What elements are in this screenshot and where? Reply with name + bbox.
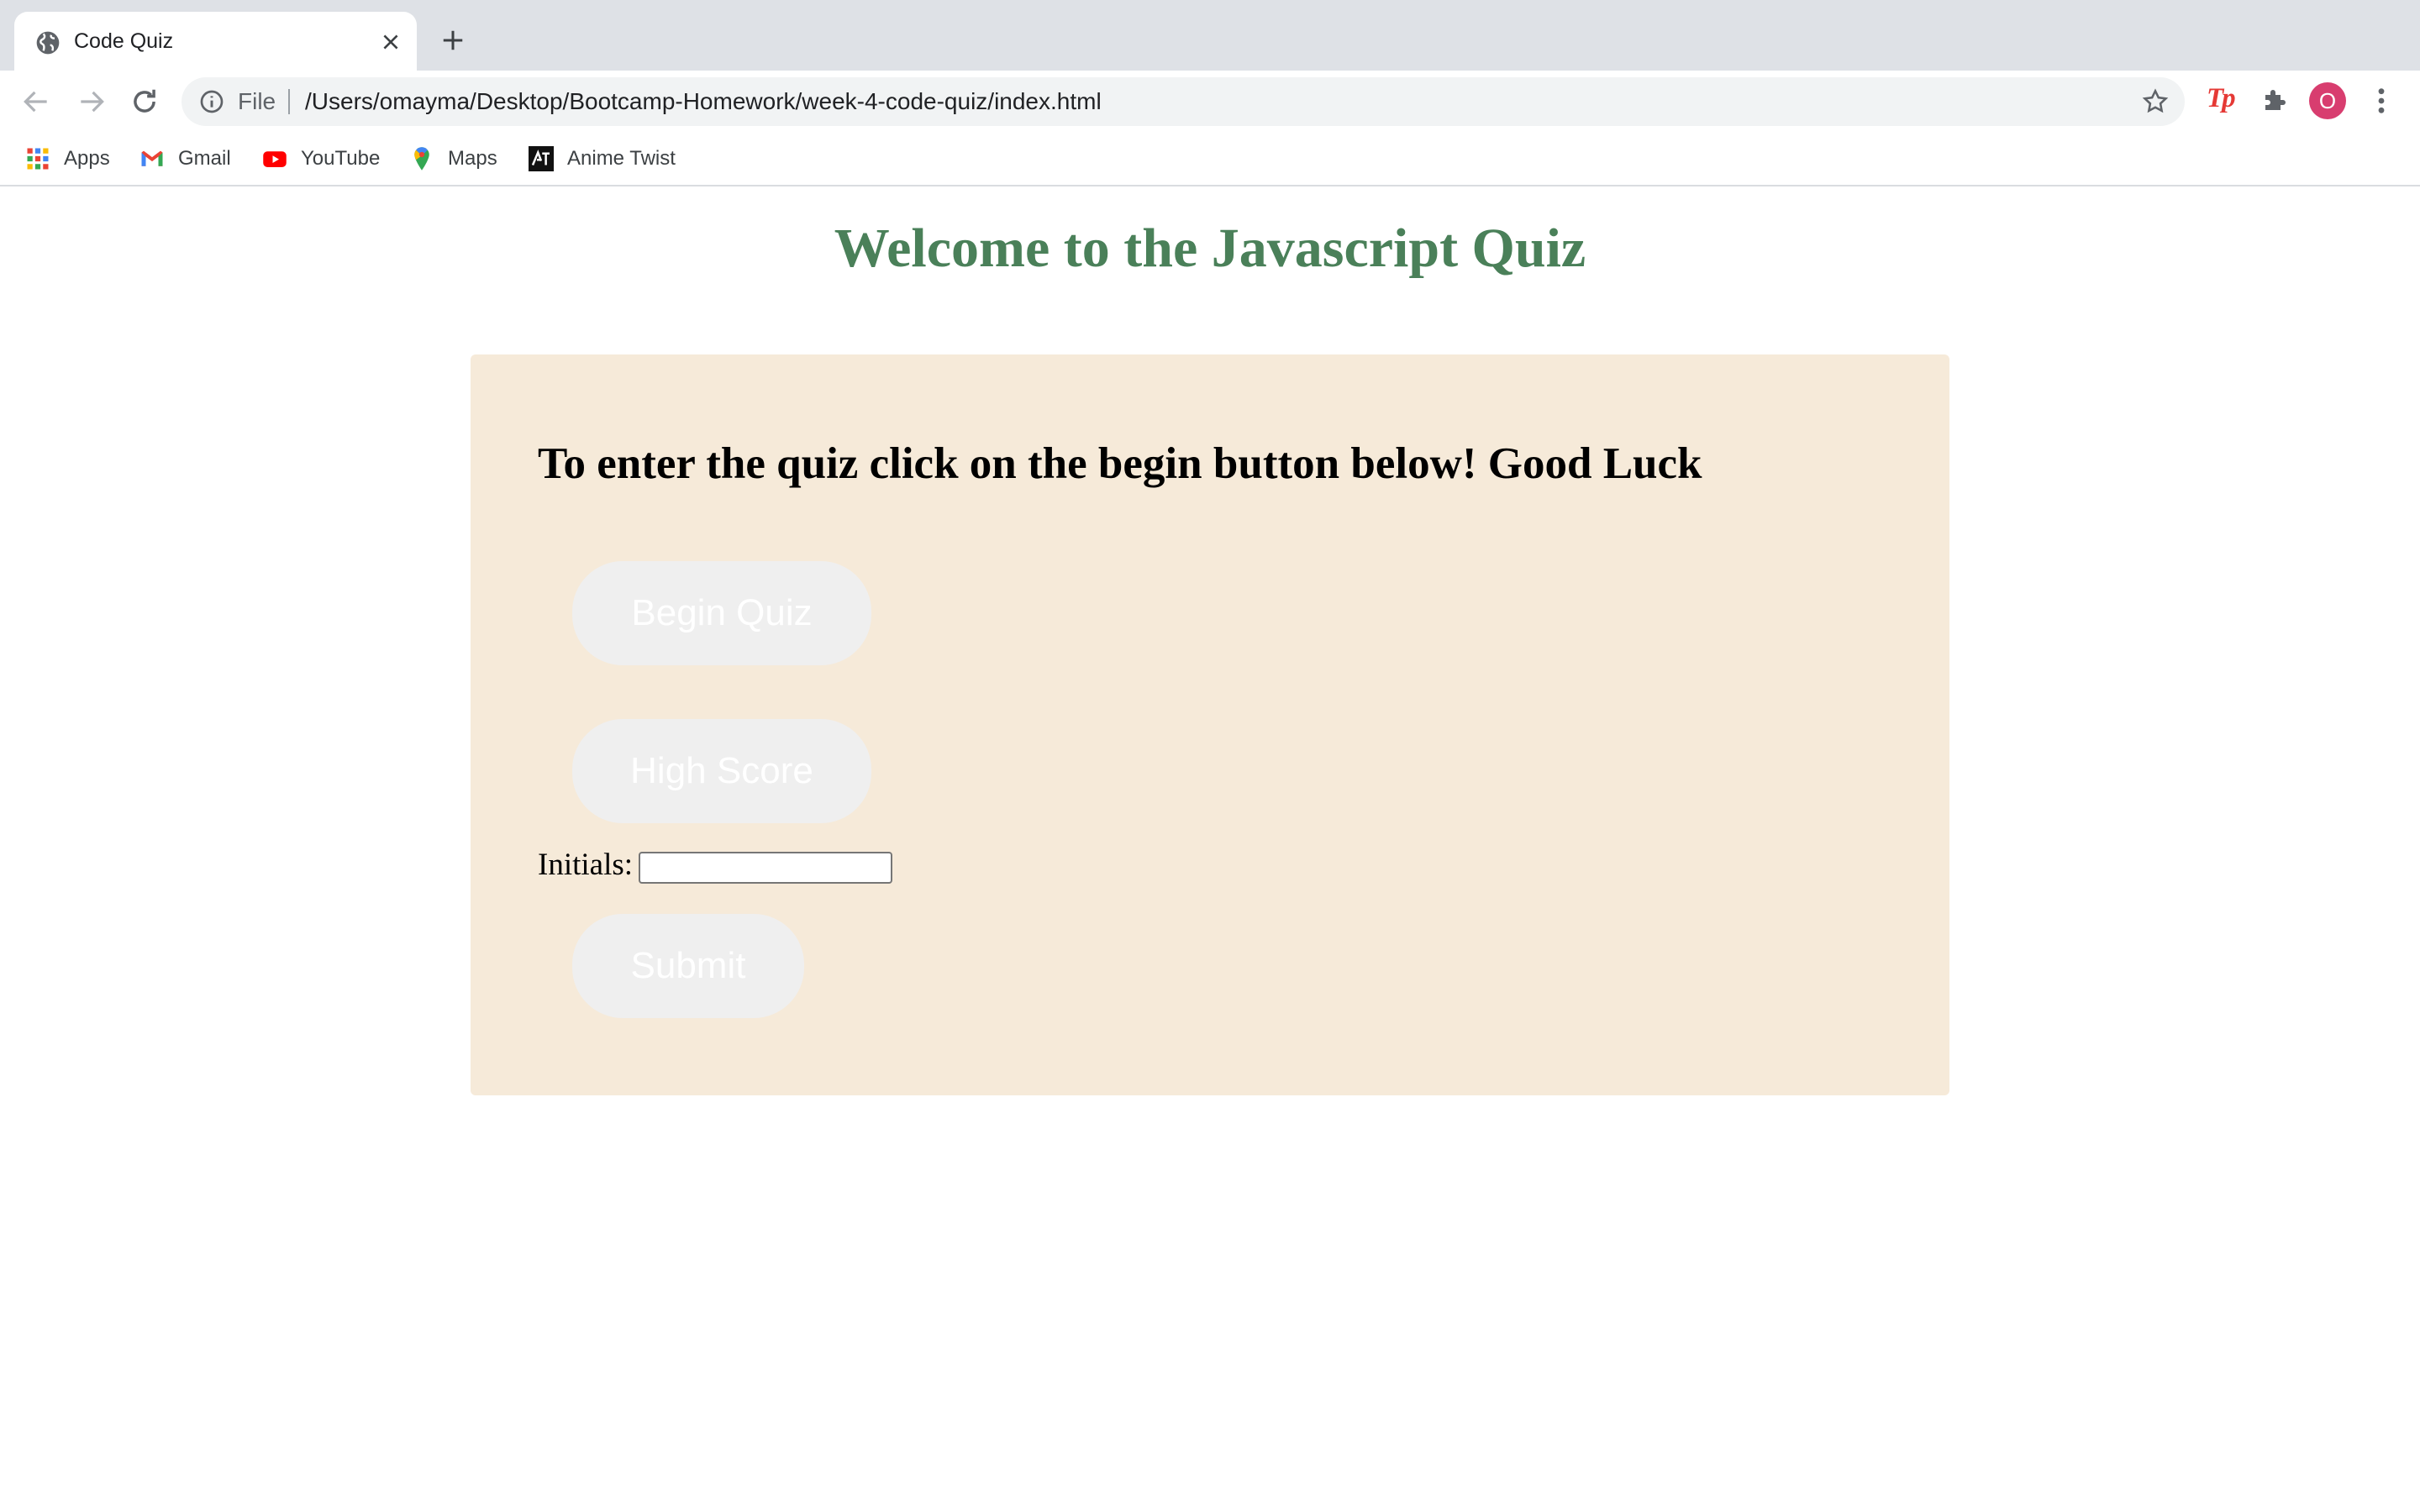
back-arrow-icon[interactable] — [20, 86, 52, 118]
high-score-button[interactable]: High Score — [572, 719, 871, 823]
maps-icon — [414, 147, 429, 171]
quiz-instructions: To enter the quiz click on the begin but… — [538, 439, 1702, 488]
begin-quiz-button[interactable]: Begin Quiz — [572, 561, 871, 665]
address-url[interactable]: /Users/omayma/Desktop/Bootcamp-Homework/… — [305, 77, 1102, 126]
initials-label: Initials: — [538, 848, 634, 882]
profile-avatar[interactable]: O — [2309, 82, 2346, 119]
bookmark-label: YouTube — [301, 147, 381, 170]
gmail-icon — [141, 150, 163, 166]
quiz-card: To enter the quiz click on the begin but… — [471, 354, 1949, 1095]
info-icon[interactable] — [198, 88, 225, 115]
close-icon[interactable] — [380, 31, 402, 53]
browser-toolbar: File /Users/omayma/Desktop/Bootcamp-Home… — [0, 71, 2420, 133]
bookmark-label: Maps — [448, 147, 497, 170]
tp-extension-icon[interactable]: Tp — [2207, 83, 2236, 114]
bookmark-label: Anime Twist — [567, 147, 676, 170]
tab-code-quiz[interactable]: Code Quiz — [14, 12, 417, 71]
youtube-icon — [263, 151, 287, 167]
tab-strip: Code Quiz — [0, 0, 2420, 71]
address-bar[interactable]: File /Users/omayma/Desktop/Bootcamp-Home… — [182, 77, 2185, 126]
more-menu-icon[interactable] — [2375, 87, 2388, 115]
forward-arrow-icon[interactable] — [76, 86, 108, 118]
bookmarks-bar: Apps Gmail YouTube Maps Anime Twist — [0, 133, 2420, 186]
globe-icon — [36, 31, 60, 55]
initials-input[interactable] — [639, 852, 892, 884]
bookmark-star-icon[interactable] — [2141, 87, 2170, 116]
submit-button[interactable]: Submit — [572, 914, 804, 1018]
apps-grid-icon — [27, 148, 49, 170]
anime-twist-icon — [529, 146, 554, 171]
extensions-puzzle-icon[interactable] — [2260, 85, 2291, 115]
reload-icon[interactable] — [129, 86, 160, 118]
bookmark-label: Apps — [64, 147, 110, 170]
bookmark-label: Gmail — [178, 147, 231, 170]
address-scheme: File — [238, 88, 276, 114]
page-title: Welcome to the Javascript Quiz — [834, 218, 1586, 279]
new-tab-icon[interactable] — [440, 28, 466, 53]
tab-title: Code Quiz — [74, 29, 174, 53]
address-separator — [288, 89, 290, 114]
